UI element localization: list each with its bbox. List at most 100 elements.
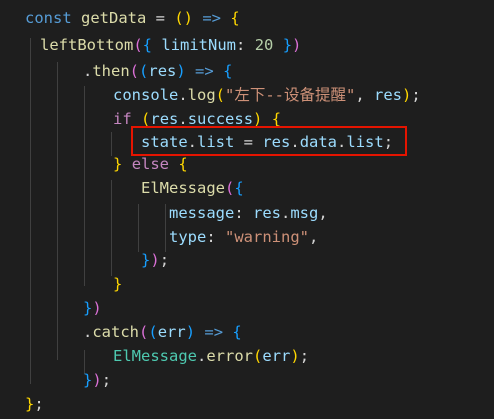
indent-guide — [111, 132, 112, 156]
code-line: leftBottom({ limitNum: 20 }) — [40, 33, 301, 57]
code-token: message — [169, 204, 235, 222]
code-line: message: res.msg, — [169, 201, 328, 225]
code-token: } — [113, 155, 123, 173]
code-line: ElMessage.error(err); — [113, 344, 309, 368]
code-token: ( — [215, 86, 226, 104]
code-token: ElMessage — [113, 347, 197, 365]
code-token: } — [83, 299, 93, 317]
indent-guide — [165, 204, 166, 252]
code-token: { — [232, 323, 242, 341]
code-token: ; — [101, 371, 112, 389]
code-token: leftBottom — [40, 36, 134, 54]
code-token: { — [234, 179, 244, 197]
code-token: => — [202, 9, 222, 27]
code-token: { — [223, 62, 233, 80]
code-line: .catch((err) => { — [83, 320, 242, 344]
code-token: ( — [225, 179, 235, 197]
code-line: }); — [83, 368, 111, 392]
code-token: ( — [133, 36, 143, 54]
code-token: . — [83, 62, 93, 80]
code-token: , — [309, 228, 319, 246]
code-token: ; — [34, 395, 44, 413]
code-token: ( — [139, 323, 149, 341]
code-token: } — [282, 36, 293, 54]
code-line: const getData = () => { — [25, 6, 240, 30]
code-token: else — [131, 155, 170, 173]
code-token: : — [206, 228, 225, 246]
code-token: ) — [185, 323, 196, 341]
highlight-box — [131, 126, 407, 156]
code-token: ; — [159, 251, 170, 269]
code-line: ElMessage({ — [141, 176, 244, 200]
code-token: "warning" — [225, 228, 309, 246]
code-token: ; — [411, 86, 421, 104]
code-token: } — [113, 275, 123, 293]
code-token: getData — [81, 9, 147, 27]
code-token: ElMessage — [141, 179, 225, 197]
code-line: console.log("左下--设备提醒", res); — [113, 83, 421, 107]
code-token: . — [83, 323, 93, 341]
code-token: , — [318, 204, 328, 222]
code-token: ( — [139, 62, 149, 80]
code-token: => — [195, 62, 214, 80]
code-token: res — [374, 86, 403, 104]
code-token: { — [142, 36, 153, 54]
code-token: : — [236, 36, 255, 54]
code-token: } — [25, 395, 35, 413]
code-line: type: "warning", — [169, 225, 318, 249]
code-token: } — [83, 371, 93, 389]
code-token: msg — [290, 204, 319, 222]
code-token: const — [25, 9, 81, 27]
code-token: ) — [92, 299, 102, 317]
code-token: err — [262, 347, 291, 365]
code-token: . — [281, 204, 291, 222]
code-token: . — [178, 86, 188, 104]
code-token: ) — [92, 371, 102, 389]
code-token: limitNum — [161, 36, 237, 54]
code-token: ( — [129, 62, 140, 80]
code-token: if — [113, 110, 132, 128]
code-token: { — [230, 9, 240, 27]
code-token: = — [146, 9, 175, 27]
code-token: ) — [292, 36, 302, 54]
code-token: res — [148, 62, 177, 80]
code-token: ( — [148, 323, 158, 341]
code-token: error — [206, 347, 254, 365]
indent-guide — [84, 86, 85, 286]
code-token: ; — [299, 347, 310, 365]
code-token: "左下--设备提醒" — [225, 86, 356, 104]
code-token: ) — [290, 347, 300, 365]
code-token: then — [92, 62, 130, 80]
code-token: : — [234, 204, 253, 222]
code-token: { — [178, 155, 188, 173]
code-token: res — [253, 204, 281, 222]
code-token: console — [113, 86, 179, 104]
code-line: }; — [25, 392, 44, 416]
code-token: } — [141, 251, 151, 269]
code-token: => — [204, 323, 224, 341]
code-token: err — [157, 323, 186, 341]
code-token: log — [187, 86, 216, 104]
code-token: type — [169, 228, 207, 246]
code-editor[interactable]: const getData = () => { leftBottom({ lim… — [0, 0, 494, 419]
code-line: .then((res) => { — [83, 59, 232, 83]
code-token: () — [174, 9, 193, 27]
indent-guide — [138, 204, 139, 252]
code-token: ( — [253, 347, 263, 365]
code-line: } — [113, 272, 122, 296]
code-token: , — [355, 86, 375, 104]
code-token: ) — [150, 251, 160, 269]
code-line: }) — [83, 296, 102, 320]
code-token: 20 — [254, 36, 274, 54]
code-token: ) — [176, 62, 186, 80]
